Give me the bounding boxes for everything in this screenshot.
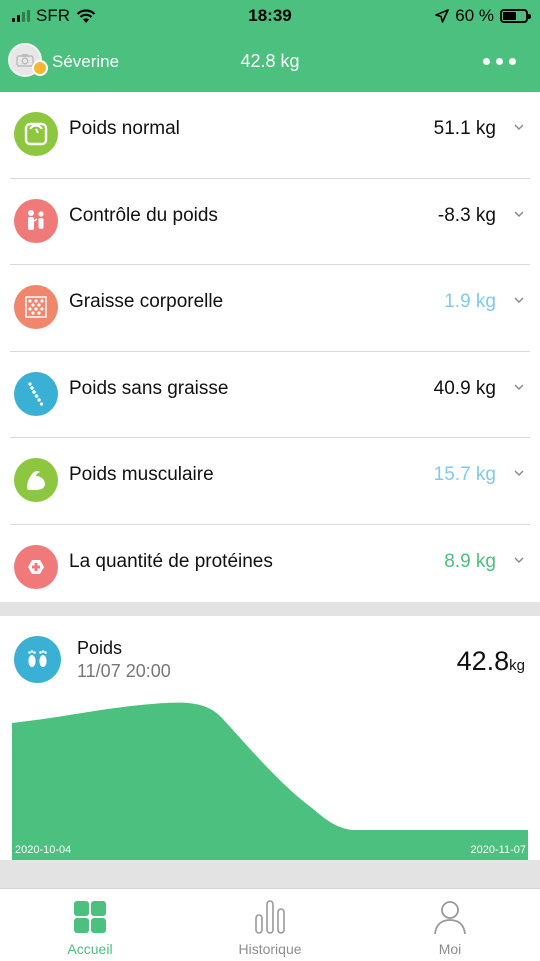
chevron-down-icon xyxy=(514,211,524,217)
spine-icon xyxy=(14,371,58,416)
chevron-down-icon xyxy=(514,297,524,303)
weight-chart xyxy=(12,702,528,860)
metric-row[interactable]: La quantité de protéines 8.9 kg xyxy=(10,525,530,612)
metric-row[interactable]: Poids normal 51.1 kg xyxy=(10,92,530,179)
chevron-down-icon xyxy=(514,124,524,130)
metric-value: -8.3 kg xyxy=(437,204,496,226)
muscle-icon xyxy=(14,458,58,502)
weight-unit: kg xyxy=(509,657,525,674)
status-right: 60 % xyxy=(435,6,531,26)
people-icon xyxy=(14,198,58,243)
battery-percent: 60 % xyxy=(455,6,494,25)
app-header: Séverine 42.8 kg xyxy=(0,32,540,92)
person-icon xyxy=(434,901,466,935)
battery-icon xyxy=(500,9,531,23)
metric-label: Graisse corporelle xyxy=(69,291,224,312)
tab-label: Historique xyxy=(238,941,302,957)
metric-row[interactable]: Contrôle du poids -8.3 kg xyxy=(10,179,530,265)
tab-label: Moi xyxy=(438,941,462,957)
chart-end-label: 2020-11-07 xyxy=(470,844,526,856)
metric-label: Poids sans graisse xyxy=(69,377,229,399)
location-arrow-icon xyxy=(435,9,450,23)
scale-icon xyxy=(14,112,58,156)
home-grid-icon xyxy=(74,901,106,933)
weight-area xyxy=(12,702,528,860)
status-bar: SFR 18:39 60 % xyxy=(0,0,540,32)
weight-number: 42.8 xyxy=(456,646,510,676)
tab-bar: Accueil Historique Moi xyxy=(0,888,540,961)
metrics-list: Poids normal 51.1 kg Contrôle du poids -… xyxy=(0,92,540,611)
metric-row[interactable]: Poids sans graisse 40.9 kg xyxy=(10,352,530,438)
top-bar: SFR 18:39 60 % Séverine 42.8 kg xyxy=(0,0,540,92)
metric-label: La quantité de protéines xyxy=(69,550,273,572)
header-weight: 42.8 kg xyxy=(240,51,300,71)
metric-row[interactable]: Graisse corporelle 1.9 kg xyxy=(10,265,530,352)
metric-label: Poids musculaire xyxy=(69,464,214,485)
chart-start-label: 2020-10-04 xyxy=(15,844,72,856)
feet-icon xyxy=(14,636,61,683)
bottom-divider xyxy=(0,860,540,888)
protein-icon xyxy=(14,544,58,589)
chevron-down-icon xyxy=(514,557,524,563)
metric-value: 1.9 kg xyxy=(444,291,496,312)
weight-title: Poids xyxy=(77,638,123,658)
weight-value: 42.8kg xyxy=(457,646,525,677)
chevron-down-icon xyxy=(514,470,524,476)
metric-label: Contrôle du poids xyxy=(69,204,218,226)
metric-label: Poids normal xyxy=(69,118,180,139)
bar-chart-icon xyxy=(255,900,285,934)
tab-historique[interactable]: Historique xyxy=(180,889,360,961)
metric-value: 51.1 kg xyxy=(433,118,496,139)
tab-accueil[interactable]: Accueil xyxy=(0,889,180,961)
chevron-down-icon xyxy=(514,384,524,390)
weight-datetime: 11/07 20:00 xyxy=(77,661,171,681)
tab-label: Accueil xyxy=(67,941,113,957)
more-icon[interactable] xyxy=(483,58,516,65)
weight-card[interactable]: Poids 11/07 20:00 42.8kg 2020-10-04 2020… xyxy=(0,616,540,860)
section-divider xyxy=(0,602,540,616)
metric-value: 15.7 kg xyxy=(433,464,496,485)
metric-value: 40.9 kg xyxy=(433,377,496,399)
metric-value: 8.9 kg xyxy=(444,550,496,572)
metric-row[interactable]: Poids musculaire 15.7 kg xyxy=(10,438,530,525)
tab-moi[interactable]: Moi xyxy=(360,889,540,961)
fat-icon xyxy=(14,285,58,329)
